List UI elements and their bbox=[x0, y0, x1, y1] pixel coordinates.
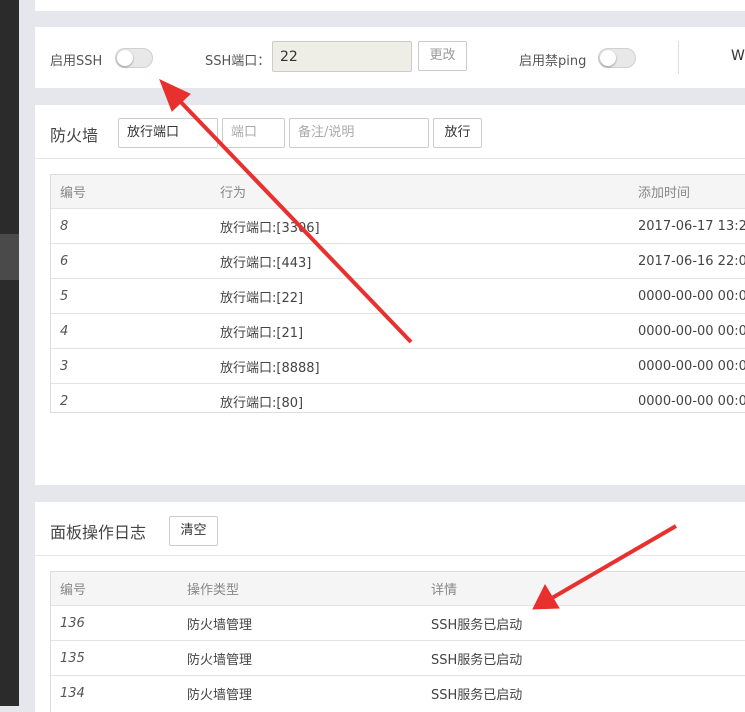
table-row: 136 防火墙管理 SSH服务已启动 bbox=[51, 605, 745, 641]
ssh-settings-panel: 启用SSH SSH端口： 更改 启用禁ping W bbox=[35, 27, 745, 88]
allow-port-button[interactable]: 放行 bbox=[433, 118, 482, 148]
divider bbox=[35, 555, 745, 556]
note-field[interactable]: 备注/说明 bbox=[289, 118, 429, 148]
row-type: 防火墙管理 bbox=[178, 605, 422, 641]
port-field[interactable]: 端口 bbox=[222, 118, 285, 148]
row-action: 放行端口:[80] bbox=[211, 383, 629, 412]
column-header-type: 操作类型 bbox=[178, 572, 422, 606]
ssh-toggle[interactable] bbox=[115, 48, 153, 68]
row-id: 4 bbox=[51, 313, 211, 349]
column-header-id: 编号 bbox=[51, 175, 211, 209]
toggle-knob bbox=[600, 50, 616, 66]
toggle-knob bbox=[117, 50, 133, 66]
operation-log-panel: 面板操作日志 清空 编号 操作类型 详情 136 防火墙管理 SSH服务已启动 13… bbox=[35, 502, 745, 712]
table-row: 134 防火墙管理 SSH服务已启动 bbox=[51, 675, 745, 710]
row-time: 0000-00-00 00:0 bbox=[629, 383, 745, 412]
row-time: 2017-06-16 22:0 bbox=[629, 243, 745, 279]
firewall-table: 编号 行为 添加时间 8 放行端口:[3306] 2017-06-17 13:2 6… bbox=[51, 175, 745, 412]
divider bbox=[35, 158, 745, 159]
ping-toggle[interactable] bbox=[598, 48, 636, 68]
firewall-title: 防火墙 bbox=[50, 126, 99, 145]
row-type: 防火墙管理 bbox=[178, 640, 422, 676]
change-port-button[interactable]: 更改 bbox=[418, 41, 467, 71]
column-header-action: 行为 bbox=[211, 175, 629, 209]
log-table-wrap: 编号 操作类型 详情 136 防火墙管理 SSH服务已启动 135 防火墙管理 SSH服… bbox=[50, 571, 745, 712]
table-header: 编号 行为 添加时间 bbox=[51, 175, 745, 209]
row-id: 2 bbox=[51, 383, 211, 412]
row-time: 0000-00-00 00:0 bbox=[629, 313, 745, 349]
firewall-table-wrap: 编号 行为 添加时间 8 放行端口:[3306] 2017-06-17 13:2 6… bbox=[50, 174, 745, 413]
row-id: 3 bbox=[51, 348, 211, 384]
column-header-id: 编号 bbox=[51, 572, 178, 606]
column-header-time: 添加时间 bbox=[629, 175, 745, 209]
log-table: 编号 操作类型 详情 136 防火墙管理 SSH服务已启动 135 防火墙管理 SSH服… bbox=[51, 572, 745, 710]
sidebar-active-item[interactable] bbox=[0, 234, 19, 280]
table-row: 2 放行端口:[80] 0000-00-00 00:0 bbox=[51, 383, 745, 412]
row-id: 6 bbox=[51, 243, 211, 279]
row-action: 放行端口:[3306] bbox=[211, 208, 629, 244]
truncated-label: W bbox=[731, 48, 745, 64]
table-row: 3 放行端口:[8888] 0000-00-00 00:0 bbox=[51, 348, 745, 384]
divider bbox=[678, 41, 679, 74]
table-row: 6 放行端口:[443] 2017-06-16 22:0 bbox=[51, 243, 745, 279]
column-header-detail: 详情 bbox=[422, 572, 745, 606]
ssh-enable-label: 启用SSH bbox=[50, 54, 103, 69]
table-header: 编号 操作类型 详情 bbox=[51, 572, 745, 606]
row-time: 2017-06-17 13:2 bbox=[629, 208, 745, 244]
table-row: 5 放行端口:[22] 0000-00-00 00:0 bbox=[51, 278, 745, 314]
row-id: 5 bbox=[51, 278, 211, 314]
table-row: 8 放行端口:[3306] 2017-06-17 13:2 bbox=[51, 208, 745, 244]
row-action: 放行端口:[21] bbox=[211, 313, 629, 349]
firewall-panel: 防火墙 放行端口 端口 备注/说明 放行 编号 行为 添加时间 8 放行端口:[3… bbox=[35, 105, 745, 485]
row-action: 放行端口:[22] bbox=[211, 278, 629, 314]
row-id: 8 bbox=[51, 208, 211, 244]
ping-block-label: 启用禁ping bbox=[519, 54, 587, 69]
row-time: 0000-00-00 00:0 bbox=[629, 278, 745, 314]
clear-log-button[interactable]: 清空 bbox=[169, 516, 218, 546]
row-id: 134 bbox=[51, 675, 178, 710]
row-type: 防火墙管理 bbox=[178, 675, 422, 710]
row-detail: SSH服务已启动 bbox=[422, 605, 745, 641]
row-detail: SSH服务已启动 bbox=[422, 640, 745, 676]
row-id: 135 bbox=[51, 640, 178, 676]
rule-type-select[interactable]: 放行端口 bbox=[118, 118, 218, 148]
row-action: 放行端口:[8888] bbox=[211, 348, 629, 384]
log-title: 面板操作日志 bbox=[50, 523, 147, 542]
ssh-port-input[interactable] bbox=[272, 41, 412, 72]
table-row: 135 防火墙管理 SSH服务已启动 bbox=[51, 640, 745, 676]
row-action: 放行端口:[443] bbox=[211, 243, 629, 279]
row-id: 136 bbox=[51, 605, 178, 641]
row-time: 0000-00-00 00:0 bbox=[629, 348, 745, 384]
ssh-port-label: SSH端口： bbox=[205, 54, 271, 69]
row-detail: SSH服务已启动 bbox=[422, 675, 745, 710]
sidebar bbox=[0, 0, 19, 706]
top-panel bbox=[35, 0, 745, 11]
table-row: 4 放行端口:[21] 0000-00-00 00:0 bbox=[51, 313, 745, 349]
